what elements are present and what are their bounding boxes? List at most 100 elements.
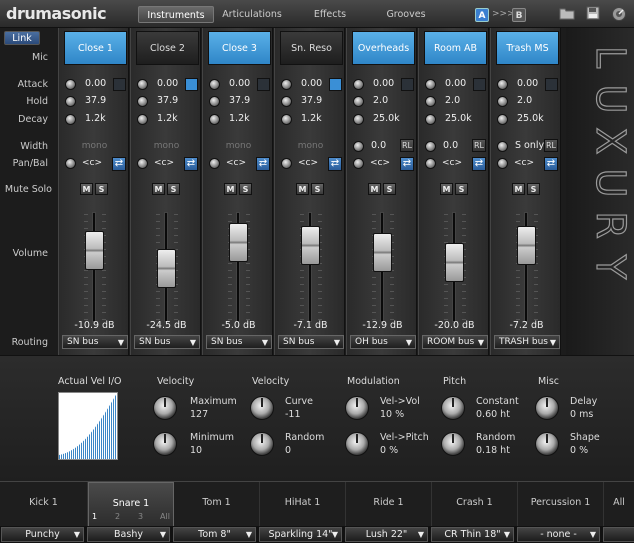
snare-sub-3[interactable]: 3	[138, 512, 143, 521]
pitch-constant-knob[interactable]	[441, 396, 465, 420]
kit-dropdown[interactable]: Sparkling 14" ▼	[259, 527, 342, 542]
decay-knob[interactable]	[209, 114, 220, 125]
hold-knob[interactable]	[353, 96, 364, 107]
hold-knob[interactable]	[209, 96, 220, 107]
volume-fader[interactable]	[85, 230, 104, 270]
routing-dropdown[interactable]: TRASH bus ▼	[494, 335, 560, 349]
save-icon[interactable]	[584, 6, 601, 22]
width-knob[interactable]	[425, 141, 436, 152]
snare-sub-2[interactable]: 2	[115, 512, 120, 521]
tab-effects[interactable]: Effects	[290, 6, 370, 23]
kit-dropdown[interactable]: Punchy ▼	[1, 527, 84, 542]
random-velocity-knob[interactable]	[250, 432, 274, 456]
volume-fader[interactable]	[157, 249, 176, 289]
pan-knob[interactable]	[497, 158, 508, 169]
routing-dropdown[interactable]: SN bus ▼	[134, 335, 200, 349]
solo-button[interactable]: S	[95, 183, 108, 195]
attack-knob[interactable]	[137, 79, 148, 90]
pan-knob[interactable]	[425, 158, 436, 169]
decay-knob[interactable]	[137, 114, 148, 125]
minimum-knob[interactable]	[153, 432, 177, 456]
delay-knob[interactable]	[535, 396, 559, 420]
volume-fader[interactable]	[301, 226, 320, 266]
solo-button[interactable]: S	[311, 183, 324, 195]
tab-ride-1[interactable]: Ride 1	[346, 482, 432, 527]
snare-sub-all[interactable]: All	[160, 512, 170, 521]
pan-knob[interactable]	[65, 158, 76, 169]
tab-percussion-1[interactable]: Percussion 1	[518, 482, 604, 527]
envelope-toggle[interactable]	[545, 78, 558, 91]
link-button[interactable]: Link	[4, 31, 40, 45]
decay-knob[interactable]	[281, 114, 292, 125]
decay-knob[interactable]	[425, 114, 436, 125]
tab-all[interactable]: All	[604, 482, 634, 527]
kit-dropdown[interactable]: Bashy ▼	[87, 527, 170, 542]
mute-button[interactable]: M	[368, 183, 381, 195]
pan-knob[interactable]	[281, 158, 292, 169]
channel-name-button[interactable]: Overheads	[352, 31, 415, 65]
hold-knob[interactable]	[65, 96, 76, 107]
channel-name-button[interactable]: Sn. Reso	[280, 31, 343, 65]
rl-swap-button[interactable]: RL	[400, 139, 414, 152]
envelope-toggle[interactable]	[257, 78, 270, 91]
decay-knob[interactable]	[497, 114, 508, 125]
shape-knob[interactable]	[535, 432, 559, 456]
kit-dropdown[interactable]	[603, 527, 634, 542]
hold-knob[interactable]	[497, 96, 508, 107]
open-folder-icon[interactable]	[558, 6, 575, 22]
preset-b-button[interactable]: B	[512, 8, 526, 22]
width-knob[interactable]	[497, 141, 508, 152]
pan-swap-icon[interactable]: ⇄	[256, 157, 270, 171]
attack-knob[interactable]	[65, 79, 76, 90]
routing-dropdown[interactable]: SN bus ▼	[62, 335, 128, 349]
tab-grooves[interactable]: Grooves	[370, 6, 442, 23]
mute-button[interactable]: M	[224, 183, 237, 195]
mute-button[interactable]: M	[296, 183, 309, 195]
mute-button[interactable]: M	[152, 183, 165, 195]
routing-dropdown[interactable]: ROOM bus ▼	[422, 335, 488, 349]
decay-knob[interactable]	[65, 114, 76, 125]
volume-fader[interactable]	[373, 233, 392, 273]
mute-button[interactable]: M	[512, 183, 525, 195]
pan-swap-icon[interactable]: ⇄	[328, 157, 342, 171]
channel-name-button[interactable]: Close 3	[208, 31, 271, 65]
solo-button[interactable]: S	[383, 183, 396, 195]
tab-tom-1[interactable]: Tom 1	[174, 482, 260, 527]
snare-sub-1[interactable]: 1	[92, 512, 97, 521]
preset-a-button[interactable]: A	[475, 8, 489, 22]
kit-dropdown[interactable]: CR Thin 18" ▼	[431, 527, 514, 542]
attack-knob[interactable]	[353, 79, 364, 90]
pan-knob[interactable]	[353, 158, 364, 169]
pan-swap-icon[interactable]: ⇄	[544, 157, 558, 171]
solo-button[interactable]: S	[527, 183, 540, 195]
envelope-toggle[interactable]	[113, 78, 126, 91]
pan-knob[interactable]	[137, 158, 148, 169]
tab-kick-1[interactable]: Kick 1	[0, 482, 88, 527]
attack-knob[interactable]	[425, 79, 436, 90]
solo-button[interactable]: S	[455, 183, 468, 195]
rl-swap-button[interactable]: RL	[544, 139, 558, 152]
hold-knob[interactable]	[425, 96, 436, 107]
attack-knob[interactable]	[281, 79, 292, 90]
tab-articulations[interactable]: Articulations	[214, 6, 290, 23]
mute-button[interactable]: M	[80, 183, 93, 195]
kit-dropdown[interactable]: Tom 8" ▼	[173, 527, 256, 542]
maximum-knob[interactable]	[153, 396, 177, 420]
volume-fader[interactable]	[229, 222, 248, 262]
attack-knob[interactable]	[209, 79, 220, 90]
attack-knob[interactable]	[497, 79, 508, 90]
envelope-toggle[interactable]	[473, 78, 486, 91]
rl-swap-button[interactable]: RL	[472, 139, 486, 152]
hold-knob[interactable]	[281, 96, 292, 107]
vel-vol-knob[interactable]	[345, 396, 369, 420]
kit-dropdown[interactable]: Lush 22" ▼	[345, 527, 428, 542]
envelope-toggle[interactable]	[401, 78, 414, 91]
kit-dropdown[interactable]: - none - ▼	[517, 527, 600, 542]
envelope-toggle[interactable]	[329, 78, 342, 91]
mute-button[interactable]: M	[440, 183, 453, 195]
channel-name-button[interactable]: Room AB	[424, 31, 487, 65]
pan-swap-icon[interactable]: ⇄	[112, 157, 126, 171]
pan-swap-icon[interactable]: ⇄	[184, 157, 198, 171]
routing-dropdown[interactable]: SN bus ▼	[206, 335, 272, 349]
channel-name-button[interactable]: Close 1	[64, 31, 127, 65]
